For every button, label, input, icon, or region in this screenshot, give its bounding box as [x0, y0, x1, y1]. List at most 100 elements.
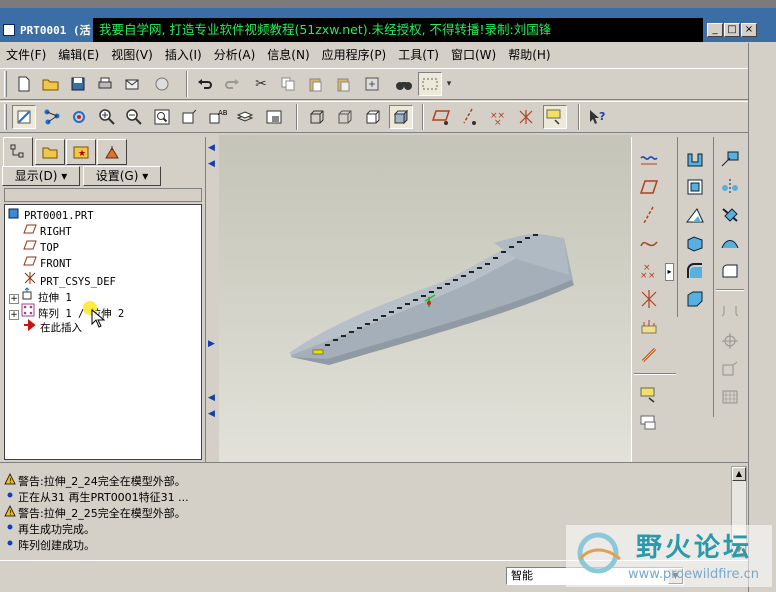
display-datum-icon[interactable] [12, 105, 36, 129]
shading-icon[interactable] [389, 105, 413, 129]
tree-item-front[interactable]: FRONT [23, 255, 72, 271]
annotation-feature-icon[interactable] [637, 383, 661, 407]
menu-edit[interactable]: 编辑(E) [52, 43, 105, 65]
annotation-display-icon[interactable] [543, 105, 567, 129]
tree-item-right[interactable]: RIGHT [23, 223, 72, 239]
tree-item-pattern-1[interactable]: + 阵列 1 / 拉伸 2 [9, 303, 124, 320]
tree-item-insert-here[interactable]: 在此插入 [23, 318, 82, 335]
panel-splitter[interactable]: ◀ ◀ ▶ ◀ ◀ [205, 137, 219, 462]
sketch-tool-icon[interactable] [637, 147, 661, 171]
wireframe-icon[interactable] [305, 105, 329, 129]
extend-tool-icon[interactable] [718, 259, 742, 283]
maximize-button[interactable]: □ [724, 23, 740, 37]
layers-icon[interactable] [233, 105, 257, 129]
tab-connections[interactable] [97, 139, 127, 165]
menu-insert[interactable]: 插入(I) [159, 43, 208, 65]
model-tree[interactable]: PRT0001.PRT RIGHT TOP FRONT PRT_CSYS_DEF… [4, 204, 202, 460]
menu-file[interactable]: 文件(F) [0, 43, 52, 65]
tab-folder-browser[interactable] [35, 139, 65, 165]
copy-icon[interactable] [276, 72, 300, 96]
chevron-down-icon[interactable]: ▾ [442, 72, 456, 96]
datum-point-display-icon[interactable]: ×× × [486, 105, 510, 129]
tree-item-extrude-1[interactable]: + 拉伸 1 [9, 287, 72, 304]
menu-view[interactable]: 视图(V) [105, 43, 159, 65]
thicken-tool-icon[interactable] [718, 357, 742, 381]
menu-analysis[interactable]: 分析(A) [208, 43, 262, 65]
view-manager-icon[interactable] [262, 105, 286, 129]
tree-item-part[interactable]: PRT0001.PRT [7, 207, 94, 223]
selection-box-icon[interactable] [418, 72, 442, 96]
save-icon[interactable] [66, 72, 90, 96]
revolve-tool-icon[interactable] [683, 175, 707, 199]
redo-icon[interactable] [220, 72, 244, 96]
context-help-icon[interactable]: ? [585, 105, 609, 129]
tree-item-top[interactable]: TOP [23, 239, 59, 255]
tab-model-tree[interactable] [3, 137, 33, 166]
expand-arrow-icon[interactable]: ▶ [208, 339, 215, 349]
coordinate-system-display-icon[interactable] [514, 105, 538, 129]
spin-center-icon[interactable] [67, 105, 91, 129]
datum-plane-display-icon[interactable] [430, 105, 454, 129]
close-window-icon[interactable] [150, 72, 174, 96]
repaint-icon[interactable] [40, 105, 64, 129]
tree-item-csys[interactable]: PRT_CSYS_DEF [23, 271, 116, 288]
offset-tool-icon[interactable] [718, 329, 742, 353]
reorient-icon[interactable] [177, 105, 201, 129]
shell-tool-icon[interactable] [683, 231, 707, 255]
minimize-button[interactable]: _ [707, 23, 723, 37]
cut-icon[interactable]: ✂ [249, 72, 273, 96]
menu-window[interactable]: 窗口(W) [445, 43, 502, 65]
close-button[interactable]: × [741, 23, 757, 37]
collapse-arrow-icon[interactable]: ◀ [208, 143, 215, 153]
datum-point-tool-icon[interactable]: × × × [637, 259, 661, 283]
merge-tool-icon[interactable] [718, 231, 742, 255]
paste-icon[interactable] [303, 72, 327, 96]
extrude-tool-icon[interactable] [683, 147, 707, 171]
open-folder-icon[interactable] [39, 72, 63, 96]
saved-views-icon[interactable]: AB [205, 105, 229, 129]
menu-help[interactable]: 帮助(H) [502, 43, 556, 65]
toolbar-grip[interactable] [4, 104, 7, 130]
undo-icon[interactable] [193, 72, 217, 96]
menu-info[interactable]: 信息(N) [261, 43, 315, 65]
datum-chain-icon[interactable] [637, 343, 661, 367]
zoom-in-icon[interactable] [95, 105, 119, 129]
graphics-viewport[interactable] [219, 135, 631, 462]
menu-tools[interactable]: 工具(T) [392, 43, 445, 65]
print-icon[interactable] [93, 72, 117, 96]
solidify-tool-icon[interactable] [718, 385, 742, 409]
flyout-arrow-icon[interactable]: ▸ [665, 263, 674, 281]
hidden-line-icon[interactable] [333, 105, 357, 129]
rib-tool-icon[interactable] [683, 203, 707, 227]
menu-applications[interactable]: 应用程序(P) [316, 43, 393, 65]
note-feature-icon[interactable] [637, 411, 661, 435]
mirror-tool-icon[interactable] [718, 175, 742, 199]
round-tool-icon[interactable] [683, 259, 707, 283]
regenerate-icon[interactable] [360, 72, 384, 96]
tree-expander[interactable]: + [9, 310, 19, 320]
datum-axis-tool-icon[interactable] [637, 203, 661, 227]
collapse-arrow-icon[interactable]: ◀ [208, 393, 215, 403]
collapse-arrow-icon[interactable]: ◀ [208, 159, 215, 169]
copy-feature-icon[interactable] [718, 147, 742, 171]
refit-icon[interactable] [150, 105, 174, 129]
zoom-out-icon[interactable] [122, 105, 146, 129]
tab-favorites[interactable]: ★ [66, 139, 96, 165]
trim-tool-icon[interactable] [718, 203, 742, 227]
csys-tool-icon[interactable] [637, 287, 661, 311]
show-button[interactable]: 显示(D) ▾ [2, 166, 80, 186]
no-hidden-icon[interactable] [361, 105, 385, 129]
settings-button[interactable]: 设置(G) ▾ [83, 166, 161, 186]
new-file-icon[interactable] [12, 72, 36, 96]
chamfer-tool-icon[interactable] [683, 287, 707, 311]
draft-tool-icon[interactable] [718, 301, 742, 325]
paste-special-icon[interactable] [331, 72, 355, 96]
datum-plane-tool-icon[interactable] [637, 175, 661, 199]
scroll-up-button[interactable]: ▲ [732, 467, 746, 481]
datum-axis-display-icon[interactable] [458, 105, 482, 129]
collapse-arrow-icon[interactable]: ◀ [208, 409, 215, 419]
analysis-feature-icon[interactable] [637, 315, 661, 339]
find-binoculars-icon[interactable] [392, 72, 416, 96]
datum-curve-tool-icon[interactable] [637, 231, 661, 255]
send-mail-icon[interactable] [120, 72, 144, 96]
